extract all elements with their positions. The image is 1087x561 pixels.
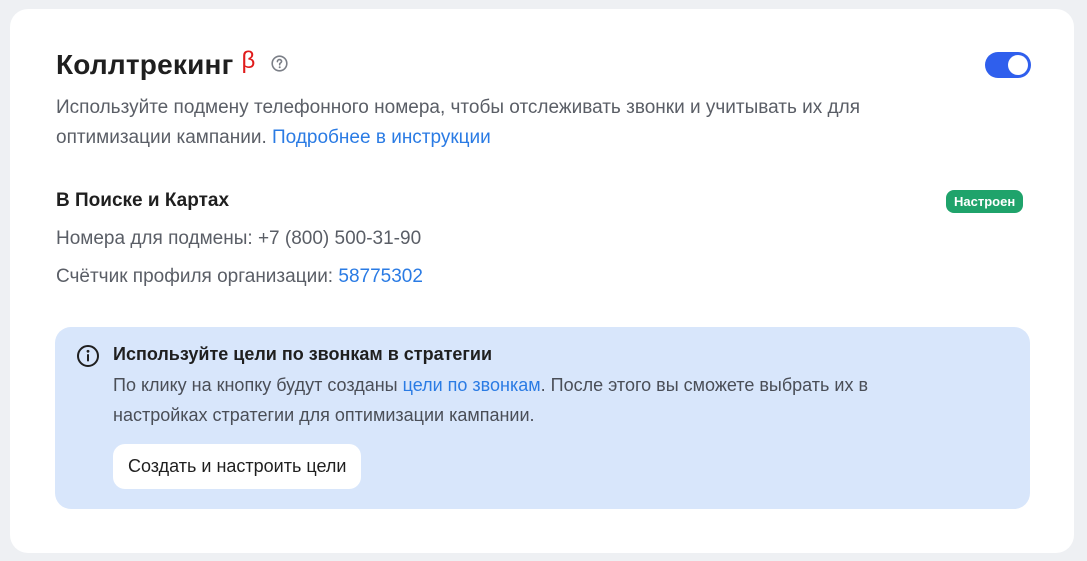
toggle-knob: [1008, 55, 1028, 75]
call-goals-link[interactable]: цели по звонкам: [403, 375, 541, 395]
numbers-line: Номера для подмены: +7 (800) 500-31-90: [56, 228, 421, 250]
numbers-label: Номера для подмены:: [56, 228, 258, 249]
calltracking-card: Коллтрекинг β Используйте подмену телефо…: [10, 9, 1074, 553]
calltracking-toggle[interactable]: [985, 52, 1031, 78]
counter-link[interactable]: 58775302: [338, 266, 423, 287]
notice-title: Используйте цели по звонкам в стратегии: [113, 344, 493, 364]
header: Коллтрекинг β: [56, 47, 288, 83]
counter-label: Счётчик профиля организации:: [56, 266, 339, 287]
page-title: Коллтрекинг: [56, 49, 234, 80]
status-badge: Настроен: [946, 190, 1024, 213]
notice-text: По клику на кнопку будут созданы цели по…: [113, 370, 943, 430]
description: Используйте подмену телефонного номера, …: [56, 93, 956, 153]
question-circle-icon[interactable]: [271, 54, 288, 72]
info-circle-icon: [76, 344, 100, 368]
beta-label: β: [241, 47, 256, 74]
instructions-link[interactable]: Подробнее в инструкции: [272, 127, 491, 148]
notice-text-before: По клику на кнопку будут созданы: [113, 375, 403, 395]
counter-line: Счётчик профиля организации: 58775302: [56, 266, 423, 288]
call-goals-notice: Используйте цели по звонкам в стратегии …: [55, 327, 1030, 509]
numbers-value: +7 (800) 500-31-90: [257, 228, 422, 249]
create-goals-button[interactable]: Создать и настроить цели: [113, 444, 362, 489]
search-maps-title: В Поиске и Картах: [56, 190, 230, 211]
